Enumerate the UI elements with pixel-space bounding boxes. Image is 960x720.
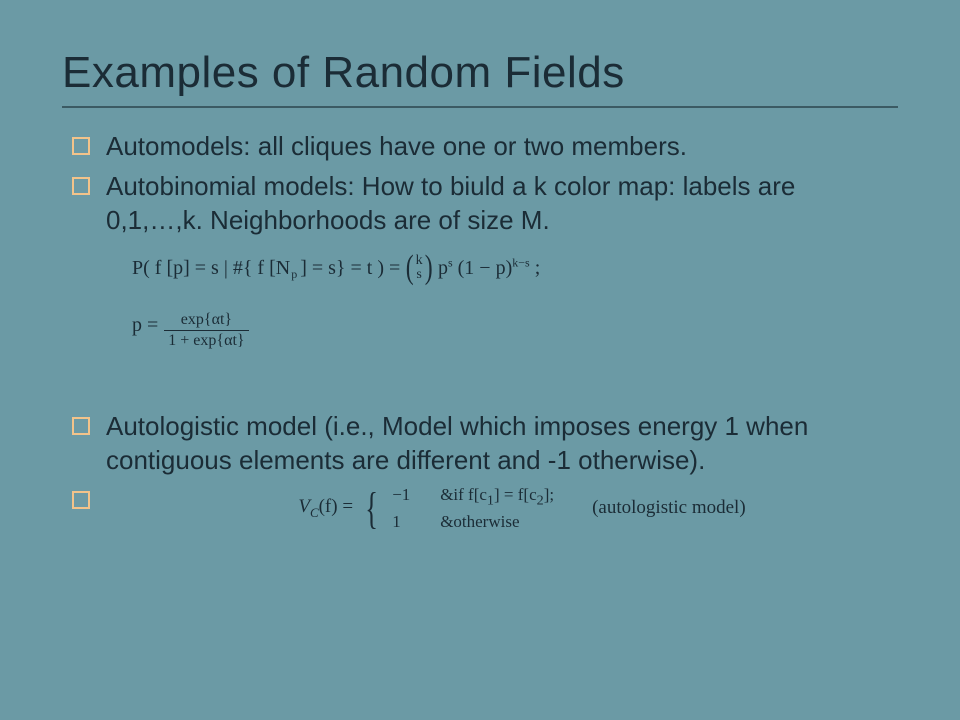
formula-subscript: p <box>291 265 297 284</box>
paren-left: ( <box>406 251 414 285</box>
formula-autologistic: VC(f) = { −1 &if f[c1] = f[c2]; 1 &othe <box>242 484 802 533</box>
title-divider <box>62 106 898 108</box>
bullet-item: Automodels: all cliques have one or two … <box>62 130 898 164</box>
formula-fragment: ] = s} = t ) = <box>300 252 400 284</box>
formula-fragment: p = <box>132 309 158 341</box>
case-condition: &otherwise <box>440 511 519 533</box>
bullet-item: VC(f) = { −1 &if f[c1] = f[c2]; 1 &othe <box>62 484 898 514</box>
bullet-icon <box>72 137 90 155</box>
formula-fragment: VC(f) = <box>298 495 353 522</box>
case-value: 1 <box>392 511 422 533</box>
binom-bottom: s <box>416 268 423 282</box>
case-row: −1 &if f[c1] = f[c2]; <box>392 484 554 511</box>
fraction-numerator: exp{αt} <box>177 311 236 329</box>
binomial-coefficient: ( k s ) <box>404 251 434 285</box>
bullet-item: Autobinomial models: How to biuld a k co… <box>62 170 898 238</box>
slide-body: Automodels: all cliques have one or two … <box>62 130 898 514</box>
formula-fragment: P( f [p] = s | #{ f [N <box>132 252 290 284</box>
paren-right: ) <box>424 251 432 285</box>
bullet-icon <box>72 417 90 435</box>
slide: Examples of Random Fields Automodels: al… <box>0 0 960 720</box>
binom-top: k <box>416 254 423 268</box>
cases-block: −1 &if f[c1] = f[c2]; 1 &otherwise <box>392 484 554 533</box>
fraction-denominator: 1 + exp{αt} <box>164 332 248 350</box>
bullet-icon <box>72 491 90 509</box>
case-value: −1 <box>392 484 422 511</box>
bullet-text: Autobinomial models: How to biuld a k co… <box>106 171 795 235</box>
bullet-icon <box>72 177 90 195</box>
formula-tag: (autologistic model) <box>592 496 746 521</box>
bullet-text: Autologistic model (i.e., Model which im… <box>106 411 808 475</box>
case-condition: &if f[c1] = f[c2]; <box>440 484 554 511</box>
case-row: 1 &otherwise <box>392 511 554 533</box>
left-brace-icon: { <box>365 489 378 529</box>
fraction-bar <box>164 330 248 331</box>
bullet-item: Autologistic model (i.e., Model which im… <box>62 410 898 478</box>
fraction: exp{αt} 1 + exp{αt} <box>164 311 248 350</box>
slide-title: Examples of Random Fields <box>62 48 898 98</box>
bullet-text: Automodels: all cliques have one or two … <box>106 131 687 161</box>
formula-fragment: ps (1 − p)k−s ; <box>438 252 540 284</box>
formula-autobinomial: P( f [p] = s | #{ f [N p ] = s} = t ) = … <box>132 251 898 350</box>
formula-line-1: P( f [p] = s | #{ f [N p ] = s} = t ) = … <box>132 251 898 285</box>
formula-line-2: p = exp{αt} 1 + exp{αt} <box>132 299 898 350</box>
